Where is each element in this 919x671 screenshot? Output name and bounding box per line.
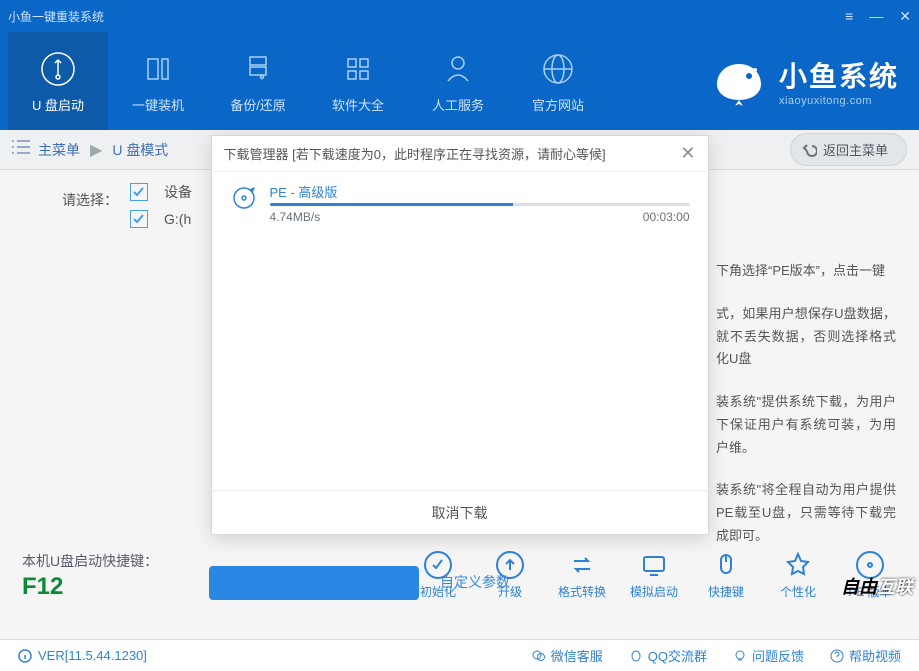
brand-logo: 小鱼系统 xiaoyuxitong.com (711, 55, 919, 107)
breadcrumb-current: U 盘模式 (112, 140, 168, 160)
status-links: 微信客服 QQ交流群 问题反馈 帮助视频 (532, 646, 901, 665)
globe-icon (540, 49, 576, 89)
progress-bar (270, 203, 690, 206)
list-item[interactable]: G:(h (130, 210, 210, 228)
check-label: G:(h (164, 211, 191, 227)
monitor-icon (640, 551, 668, 579)
action-hotkey[interactable]: 快捷键 (699, 551, 753, 600)
cancel-download-button[interactable]: 取消下载 (212, 490, 708, 534)
close-icon[interactable]: ✕ (899, 8, 911, 25)
action-initialize[interactable]: 初始化 (411, 551, 465, 600)
back-label: 返回主菜单 (823, 140, 888, 159)
info-icon (18, 649, 32, 663)
disc-icon (230, 184, 262, 216)
qq-icon (629, 649, 643, 663)
brand-name-cn: 小鱼系统 (779, 55, 899, 95)
check-circle-icon (424, 551, 452, 579)
person-icon (440, 49, 476, 89)
list-item[interactable]: 设备 (130, 182, 210, 202)
download-manager-dialog: 下载管理器 [若下载速度为0，此时程序正在寻找资源，请耐心等候] ✕ PE - … (211, 135, 709, 535)
shortcut-block: 本机U盘启动快捷键： F12 (22, 551, 158, 601)
back-to-main-button[interactable]: 返回主菜单 (790, 133, 907, 166)
top-nav: U 盘启动 一键装机 备份/还原 软件大全 人工服务 官方网站 (0, 32, 919, 130)
download-info: PE - 高级版 4.74MB/s 00:03:00 (270, 182, 690, 224)
nav-label: 备份/还原 (230, 95, 286, 114)
download-name: PE - 高级版 (270, 182, 690, 201)
swap-icon (568, 551, 596, 579)
help-icon (830, 649, 844, 663)
titlebar: 小鱼一键重装系统 ≡ — ✕ (0, 0, 919, 32)
dialog-body: PE - 高级版 4.74MB/s 00:03:00 (212, 172, 708, 490)
shortcut-row: 本机U盘启动快捷键： F12 初始化 升级 格式转换 模拟启动 快捷键 个性化 (0, 551, 919, 601)
wechat-icon (532, 649, 546, 663)
minimize-icon[interactable]: — (869, 8, 883, 24)
action-upgrade[interactable]: 升级 (483, 551, 537, 600)
dialog-title: 下载管理器 [若下载速度为0，此时程序正在寻找资源，请耐心等候] (224, 144, 606, 163)
checkbox-icon[interactable] (130, 183, 148, 201)
dialog-header: 下载管理器 [若下载速度为0，此时程序正在寻找资源，请耐心等候] ✕ (212, 136, 708, 172)
action-icons: 初始化 升级 格式转换 模拟启动 快捷键 个性化 PE 版本 (411, 551, 897, 600)
progress-fill (270, 203, 514, 206)
nav-one-key-install[interactable]: 一键装机 (108, 32, 208, 130)
star-icon (784, 551, 812, 579)
brand-name-en: xiaoyuxitong.com (779, 95, 899, 107)
shortcut-key: F12 (22, 573, 158, 601)
server-icon (240, 49, 276, 89)
watermark: 自由互联 (841, 573, 913, 599)
grid-icon (340, 49, 376, 89)
breadcrumb-root[interactable]: 主菜单 (38, 140, 80, 160)
nav-usb-boot[interactable]: U 盘启动 (8, 32, 108, 130)
mouse-icon (712, 551, 740, 579)
computer-icon (140, 49, 176, 89)
menu-icon[interactable]: ≡ (845, 8, 853, 24)
link-help-video[interactable]: 帮助视频 (830, 646, 901, 665)
help-text: 下角选择“PE版本”，点击一键 式，如果用户想保存U盘数据，就不丢失数据，否则选… (716, 260, 896, 568)
version-info[interactable]: VER[11.5.44.1230] (18, 648, 147, 663)
link-feedback[interactable]: 问题反馈 (733, 646, 804, 665)
action-personalize[interactable]: 个性化 (771, 551, 825, 600)
action-simulate-boot[interactable]: 模拟启动 (627, 551, 681, 600)
list-icon (12, 140, 30, 159)
link-wechat-support[interactable]: 微信客服 (532, 646, 603, 665)
download-item: PE - 高级版 4.74MB/s 00:03:00 (230, 182, 690, 224)
shortcut-label: 本机U盘启动快捷键： (22, 551, 158, 571)
nav-label: U 盘启动 (32, 95, 84, 114)
link-qq-group[interactable]: QQ交流群 (629, 646, 707, 665)
status-bar: VER[11.5.44.1230] 微信客服 QQ交流群 问题反馈 帮助视频 (0, 639, 919, 671)
usb-icon (40, 49, 76, 89)
arrow-up-icon (496, 551, 524, 579)
back-arrow-icon (801, 143, 817, 157)
action-format-convert[interactable]: 格式转换 (555, 551, 609, 600)
nav-support[interactable]: 人工服务 (408, 32, 508, 130)
download-speed: 4.74MB/s (270, 210, 321, 224)
nav-label: 一键装机 (132, 95, 184, 114)
download-stats: 4.74MB/s 00:03:00 (270, 210, 690, 224)
fish-icon (711, 56, 767, 106)
nav-label: 软件大全 (332, 95, 384, 114)
checkbox-icon[interactable] (130, 210, 148, 228)
lightbulb-icon (733, 649, 747, 663)
device-list: 设备 G:(h (130, 182, 210, 236)
chevron-right-icon: ▶ (90, 140, 102, 160)
nav-website[interactable]: 官方网站 (508, 32, 608, 130)
window-controls: ≡ — ✕ (845, 8, 911, 25)
nav-software[interactable]: 软件大全 (308, 32, 408, 130)
dialog-close-button[interactable]: ✕ (680, 143, 695, 164)
download-time: 00:03:00 (643, 210, 690, 224)
check-label: 设备 (164, 182, 192, 202)
nav-label: 人工服务 (432, 95, 484, 114)
app-title: 小鱼一键重装系统 (8, 8, 845, 25)
nav-label: 官方网站 (532, 95, 584, 114)
nav-backup-restore[interactable]: 备份/还原 (208, 32, 308, 130)
